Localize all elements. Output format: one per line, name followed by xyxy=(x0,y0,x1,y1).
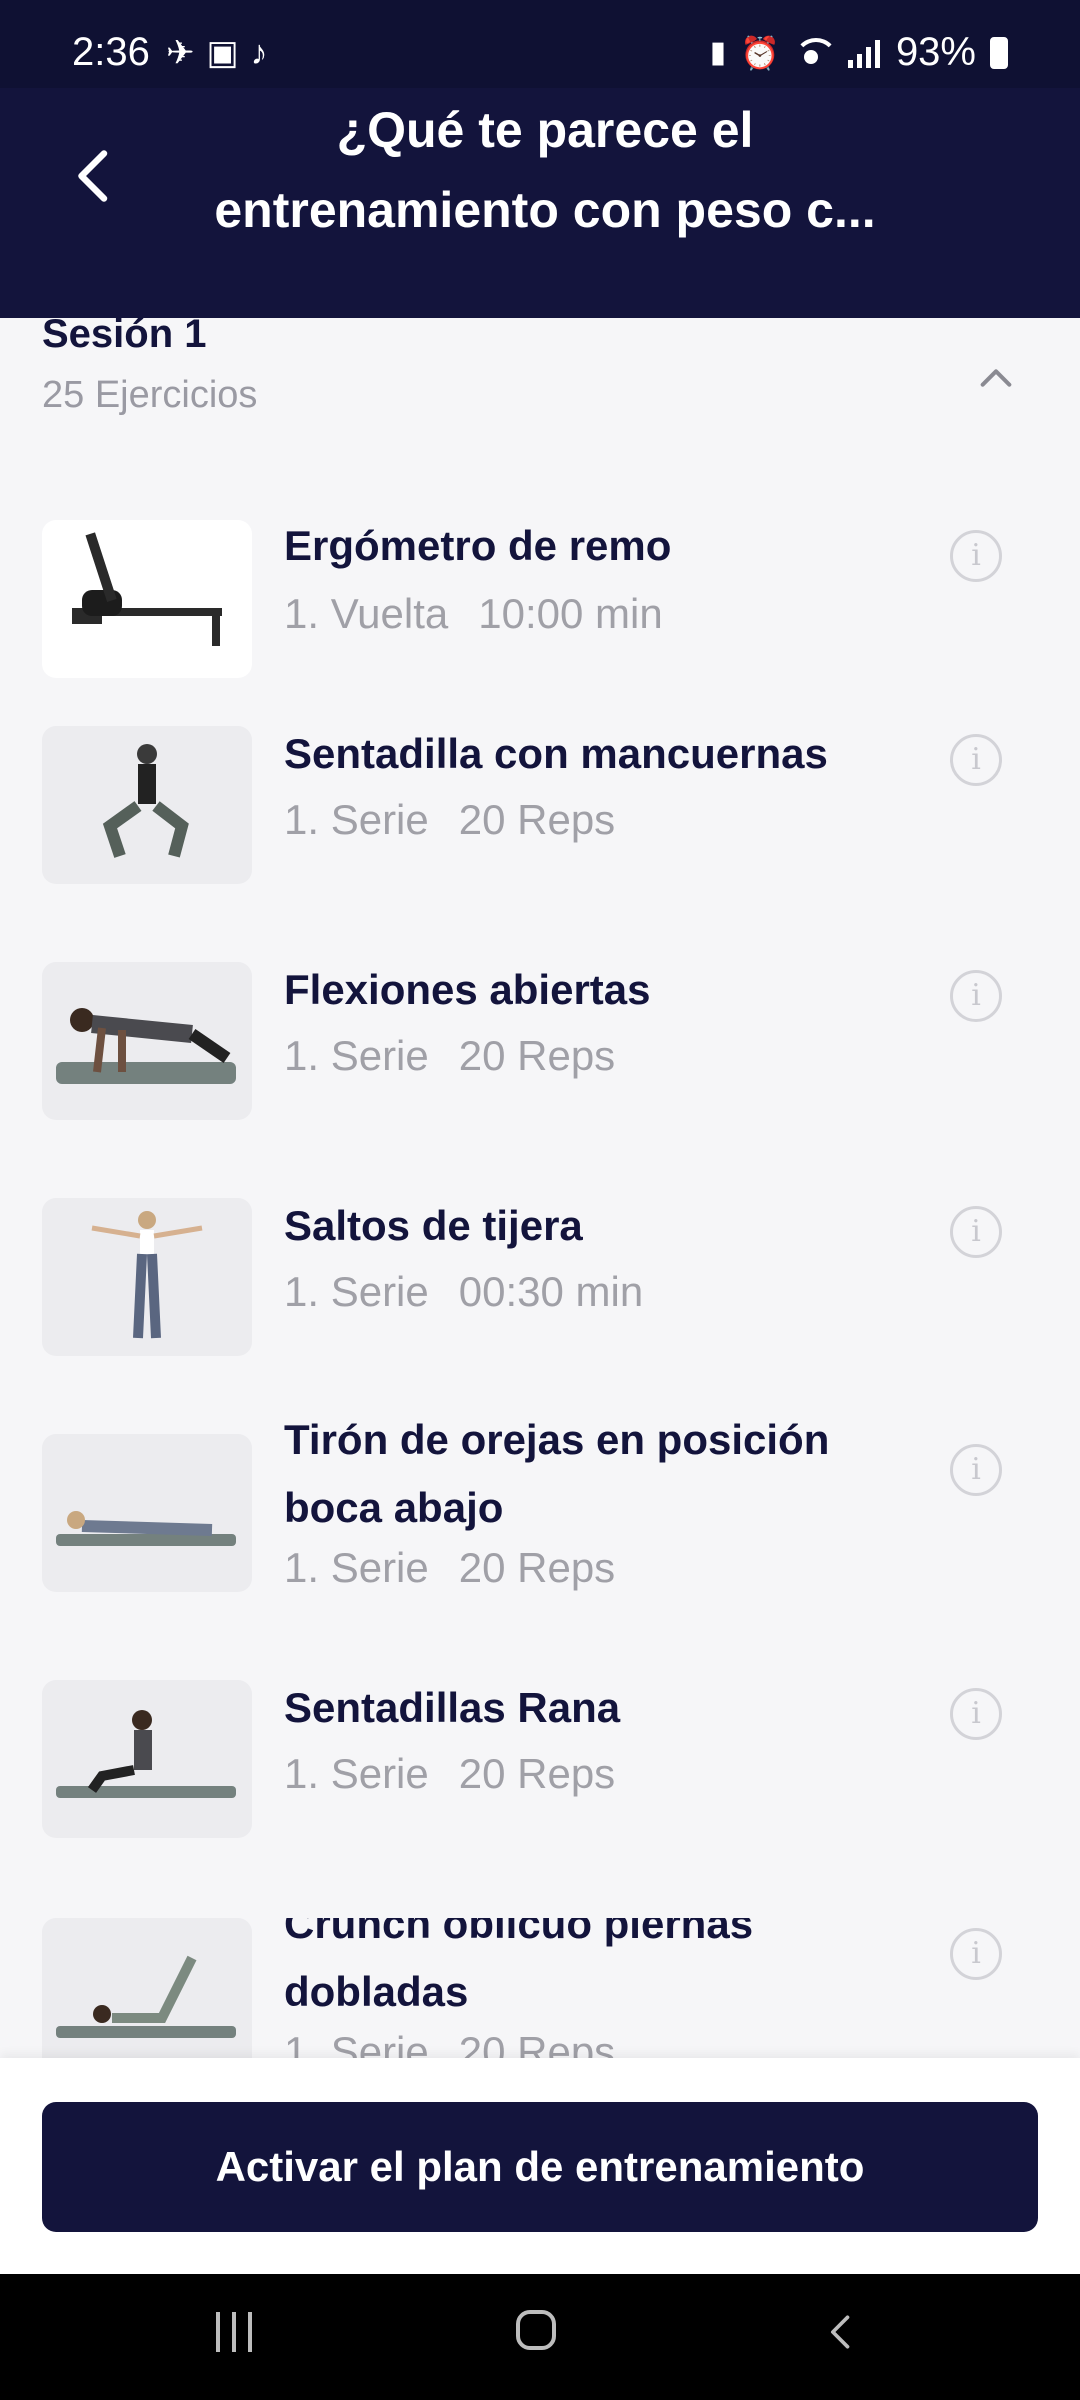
exercise-amount: 20 Reps xyxy=(458,1032,616,1079)
alarm-icon: ⏰ xyxy=(740,34,780,71)
session-header[interactable]: Sesión 1 25 Ejercicios xyxy=(0,312,1080,428)
exercise-item[interactable]: Ergómetro de remo 1. Vuelta 10:00 min i xyxy=(0,490,1080,678)
exercise-image-dumbbell-squat xyxy=(42,726,252,884)
exercise-set: 1. Serie xyxy=(284,1268,429,1315)
exercise-meta: 1. Serie 20 Reps xyxy=(284,1750,615,1798)
info-icon[interactable]: i xyxy=(950,970,1002,1022)
exercise-item[interactable]: Sentadilla con mancuernas 1. Serie 20 Rep… xyxy=(0,726,1080,896)
back-button[interactable] xyxy=(44,126,144,226)
exercise-image-prone-ear-pull xyxy=(42,1434,252,1592)
exercise-amount: 20 Reps xyxy=(458,2028,616,2058)
exercise-set: 1. Serie xyxy=(284,2028,429,2058)
app-header: ¿Qué te parece el entrenamiento con peso… xyxy=(0,88,1080,318)
exercise-meta: 1. Serie 20 Reps xyxy=(284,796,615,844)
info-icon[interactable]: i xyxy=(950,1206,1002,1258)
exercise-amount: 20 Reps xyxy=(458,1750,616,1797)
exercise-set: 1. Vuelta xyxy=(284,590,449,637)
info-icon[interactable]: i xyxy=(950,1688,1002,1740)
image-icon: ▣ xyxy=(206,34,239,72)
exercise-meta: 1. Serie 20 Reps xyxy=(284,1032,615,1080)
exercise-meta: 1. Serie 00:30 min xyxy=(284,1268,643,1316)
system-nav-bar xyxy=(0,2274,1080,2400)
recent-apps-icon[interactable] xyxy=(216,2312,256,2352)
status-time: 2:36 xyxy=(72,30,150,74)
session-title: Sesión 1 xyxy=(42,312,207,356)
exercise-amount: 00:30 min xyxy=(458,1268,644,1315)
system-status: ▮ ⏰ 93% xyxy=(710,30,1008,75)
exercise-item[interactable]: Sentadillas Rana 1. Serie 20 Reps i xyxy=(0,1680,1080,1850)
exercise-name: Flexiones abiertas xyxy=(284,966,651,1013)
exercise-set: 1. Serie xyxy=(284,796,429,843)
back-icon[interactable] xyxy=(820,2310,864,2354)
chevron-left-icon xyxy=(78,150,108,202)
exercise-item[interactable]: Saltos de tijera 1. Serie 00:30 min i xyxy=(0,1198,1080,1368)
battery-icon xyxy=(990,36,1008,69)
exercise-item[interactable]: Flexiones abiertas 1. Serie 20 Reps i xyxy=(0,962,1080,1132)
exercise-set: 1. Serie xyxy=(284,1032,429,1079)
exercise-image-rowing-machine xyxy=(42,520,252,678)
info-icon[interactable]: i xyxy=(950,1928,1002,1980)
exercise-name: Tirón de orejas en posición boca abajo xyxy=(284,1416,830,1531)
session-exercise-count: 25 Ejercicios xyxy=(42,374,258,416)
exercise-name: Sentadillas Rana xyxy=(284,1684,621,1731)
exercise-amount: 10:00 min xyxy=(478,590,663,637)
info-icon[interactable]: i xyxy=(950,530,1002,582)
exercise-amount: 20 Reps xyxy=(458,796,616,843)
exercise-item[interactable]: Tirón de orejas en posición boca abajo 1… xyxy=(0,1416,1080,1624)
exercise-set: 1. Serie xyxy=(284,1750,429,1797)
exercise-meta: 1. Serie 20 Reps xyxy=(284,1544,615,1592)
flight-icon: ✈ xyxy=(166,34,195,72)
wifi-icon xyxy=(793,37,834,68)
page-title-line-2: entrenamiento con peso c... xyxy=(214,182,876,238)
battery-percent: 93% xyxy=(895,30,976,74)
exercise-name: Crunch oblicuo piernas dobladas xyxy=(284,1918,754,2015)
exercise-item[interactable]: Crunch oblicuo piernas dobladas 1. Serie… xyxy=(0,1918,1080,2058)
tiktok-icon: ♪ xyxy=(250,34,268,72)
exercise-image-wide-pushup xyxy=(42,962,252,1120)
exercise-image-oblique-crunch xyxy=(42,1918,252,2058)
info-icon[interactable]: i xyxy=(950,1444,1002,1496)
exercise-meta: 1. Serie 20 Reps xyxy=(284,2028,615,2058)
exercise-set: 1. Serie xyxy=(284,1544,429,1591)
home-icon[interactable] xyxy=(516,2310,556,2350)
exercise-image-jumping-jacks xyxy=(42,1198,252,1356)
page-title: ¿Qué te parece el entrenamiento con peso… xyxy=(150,88,940,250)
exercise-name: Saltos de tijera xyxy=(284,1202,583,1249)
exercise-amount: 20 Reps xyxy=(458,1544,616,1591)
page-title-line-1: ¿Qué te parece el xyxy=(336,102,754,158)
chevron-up-icon[interactable] xyxy=(966,348,1026,408)
signal-icon xyxy=(847,38,882,68)
info-icon[interactable]: i xyxy=(950,734,1002,786)
bottom-action-bar: Activar el plan de entrenamiento xyxy=(0,2058,1080,2274)
battery-saver-icon: ▮ xyxy=(709,36,727,69)
exercise-meta: 1. Vuelta 10:00 min xyxy=(284,590,663,638)
notification-icons: ✈ ▣ ♪ xyxy=(166,36,268,70)
status-bar: 2:36 ✈ ▣ ♪ ▮ ⏰ 93% xyxy=(0,0,1080,88)
exercise-name: Sentadilla con mancuernas xyxy=(284,730,828,777)
exercise-image-frog-squat xyxy=(42,1680,252,1838)
activate-plan-button[interactable]: Activar el plan de entrenamiento xyxy=(42,2102,1038,2232)
exercise-name: Ergómetro de remo xyxy=(284,522,672,569)
